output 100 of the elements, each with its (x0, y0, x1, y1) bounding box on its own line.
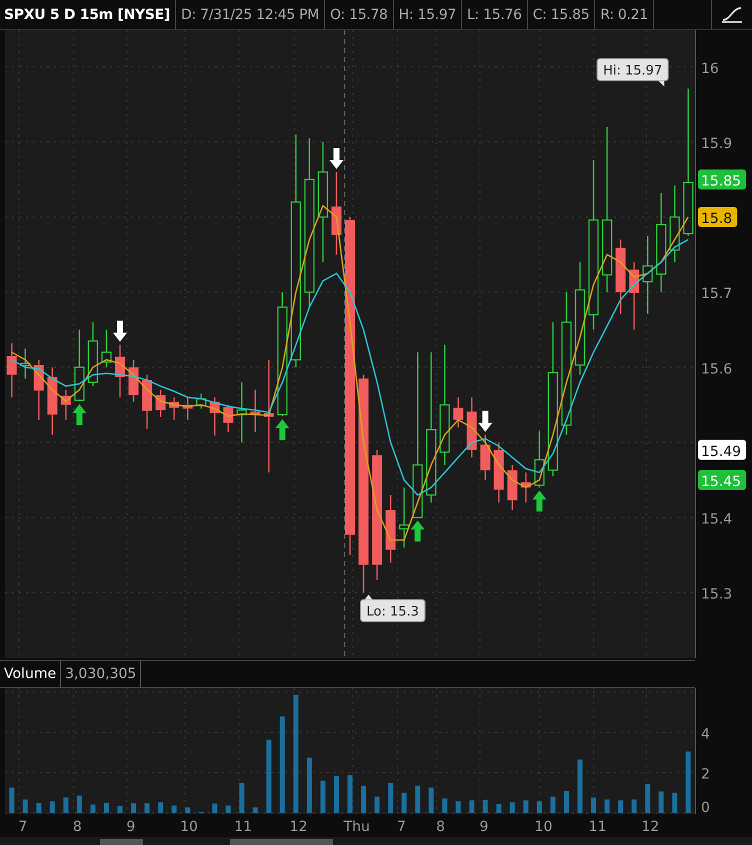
bearish-candlestick (629, 262, 640, 330)
volume-axis-label: 2 (701, 766, 710, 783)
volume-bar (212, 804, 218, 813)
volume-bar (185, 807, 190, 813)
bullish-candlestick (88, 322, 98, 386)
time-axis-label: 12 (641, 819, 660, 835)
volume-bar (226, 806, 231, 813)
bearish-candlestick (210, 397, 220, 436)
time-axis-label: 11 (234, 819, 252, 835)
bearish-candlestick (156, 390, 166, 417)
time-axis-label: 9 (479, 819, 488, 835)
annotation: Hi: 15.97 (603, 64, 662, 79)
volume-bar (496, 804, 502, 813)
volume-bar (415, 786, 420, 813)
volume-bar (63, 797, 68, 813)
bearish-candlestick (128, 360, 139, 402)
bullish-candlestick (101, 330, 112, 368)
volume-bar (578, 760, 582, 813)
price-marker: 15.85 (698, 170, 746, 190)
bearish-candlestick (453, 397, 464, 428)
up-arrow-icon (410, 520, 425, 542)
bearish-candlestick (494, 442, 504, 502)
volume-bar (469, 800, 474, 813)
volume-bar (36, 802, 42, 813)
time-axis-label: 8 (436, 819, 446, 835)
price-axis-label: 16 (701, 60, 719, 77)
quote-field: R: 0.21 (595, 0, 654, 29)
up-arrow-icon (532, 490, 546, 512)
price-marker: 15.8 (698, 207, 738, 228)
pane-title: Volume (0, 661, 62, 687)
volume-bar (118, 806, 122, 813)
bearish-candlestick (507, 464, 518, 510)
bullish-candlestick (399, 487, 410, 548)
volume-bar (361, 786, 366, 813)
bullish-candlestick (20, 348, 30, 379)
scrollbar[interactable] (0, 837, 752, 845)
volume-bar (618, 800, 624, 813)
volume-bar (306, 758, 312, 813)
bullish-candlestick (196, 394, 206, 409)
time-axis-label: 10 (180, 819, 198, 835)
bearish-candlestick (60, 390, 71, 420)
time-axis-label: 12 (290, 819, 308, 835)
volume-bar (348, 775, 352, 813)
volume-bar (50, 801, 55, 813)
volume-bar (482, 800, 488, 813)
volume-bar (158, 802, 164, 813)
volume-bar (334, 776, 339, 813)
volume-bar (686, 752, 691, 813)
time-axis-label: 7 (18, 819, 28, 835)
volume-bar (172, 806, 177, 813)
quote-field: L: 15.76 (462, 0, 528, 29)
volume-bar (591, 797, 596, 813)
volume-bar (90, 804, 96, 813)
volume-bar (604, 800, 610, 813)
bullish-candlestick (236, 382, 247, 442)
bearish-candlestick (520, 472, 531, 502)
bearish-candlestick (169, 397, 180, 420)
volume-bar (442, 798, 448, 813)
volume-bar (456, 801, 461, 813)
annotation: Lo: 15.3 (366, 604, 419, 620)
price-callout: Lo: 15.3 (360, 594, 426, 622)
volume-bar (320, 780, 326, 813)
quote-field: O: 15.78 (325, 0, 394, 29)
time-axis-label: 11 (588, 819, 606, 835)
bearish-candlestick (480, 434, 490, 480)
volume-bar (9, 788, 14, 813)
quote-field: C: 15.85 (528, 0, 596, 29)
bearish-candlestick (142, 374, 152, 429)
scrollbar-thumb[interactable] (100, 839, 143, 845)
price-axis-label: 15.4 (701, 512, 732, 528)
price-callout: Hi: 15.97 (596, 58, 669, 87)
time-axis-label: 9 (126, 819, 136, 835)
bearish-candlestick (386, 495, 396, 563)
volume-bar (523, 800, 528, 813)
volume-bar (402, 792, 407, 813)
volume-bar (374, 796, 380, 813)
scrollbar-thumb[interactable] (230, 839, 333, 845)
volume-bar (239, 782, 244, 813)
volume-reading: 3,030,305 (61, 661, 142, 687)
price-axis-label: 15.3 (701, 586, 732, 603)
volume-bar (428, 788, 434, 813)
price-marker: 15.49 (698, 440, 746, 460)
volume-bar (536, 801, 542, 813)
bearish-candlestick (6, 343, 17, 398)
time-axis-label: 10 (534, 819, 552, 835)
price-axis-label: 15.6 (701, 361, 732, 378)
volume-axis-label: 0 (701, 800, 710, 814)
volume-bar (22, 800, 28, 813)
bearish-candlestick (250, 390, 260, 432)
bearish-candlestick (34, 360, 44, 420)
volume-bar (672, 792, 678, 813)
volume-bar (144, 803, 150, 813)
bearish-candlestick (466, 397, 477, 458)
quote-field: D: 7/31/25 12:45 PM (176, 0, 326, 29)
down-arrow-icon (329, 148, 344, 169)
volume-bar (131, 803, 136, 813)
quote-field: H: 15.97 (394, 0, 462, 29)
curve-icon (721, 6, 743, 24)
up-arrow-icon (275, 419, 290, 440)
price-marker: 15.45 (698, 470, 746, 490)
